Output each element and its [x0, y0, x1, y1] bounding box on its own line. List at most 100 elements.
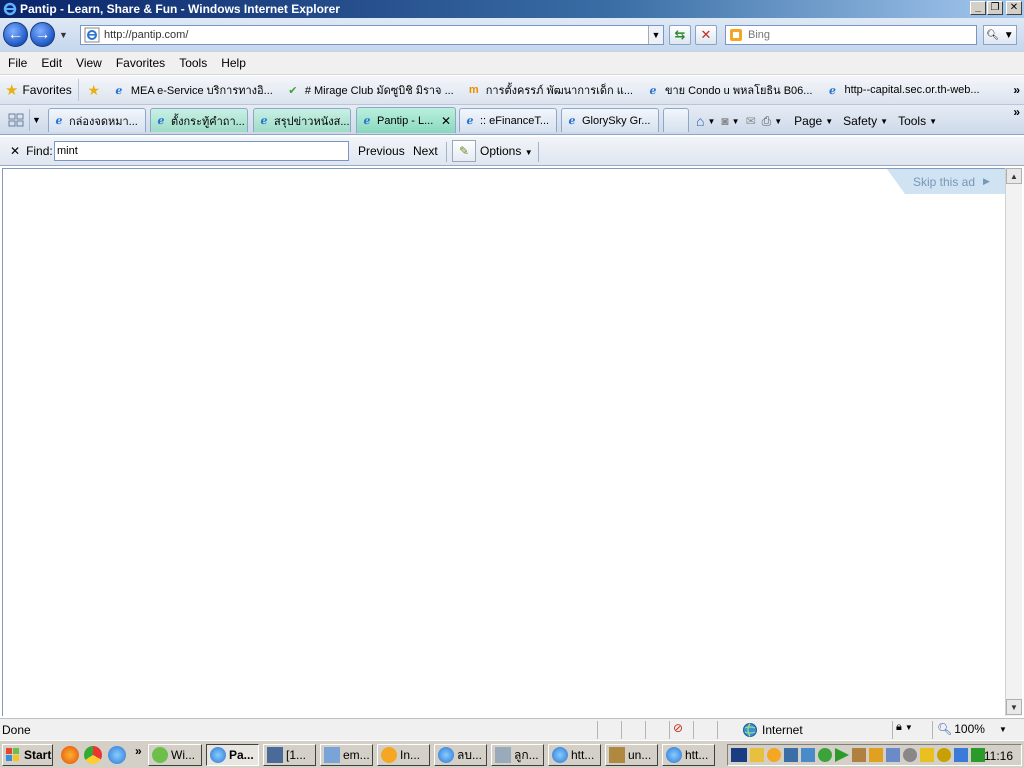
bag-tray-icon[interactable] — [852, 748, 866, 762]
tab[interactable]: ℯ GlorySky Gr... — [561, 108, 659, 132]
language-icon[interactable] — [731, 748, 747, 762]
add-to-favorites-bar-button[interactable]: ★ — [83, 79, 105, 101]
taskbar-button[interactable]: [1... — [263, 744, 316, 766]
find-previous-button[interactable]: Previous — [358, 144, 405, 158]
user-tray-icon[interactable] — [818, 748, 832, 762]
refresh-button[interactable]: ⇆ — [669, 25, 691, 45]
clock[interactable]: 11:16 — [984, 749, 1013, 763]
tab-active[interactable]: ℯ Pantip - L... ✕ — [356, 107, 456, 133]
separator — [446, 142, 447, 162]
security-zone[interactable]: Internet — [742, 721, 803, 739]
tab[interactable]: ℯ :: eFinanceT... — [459, 108, 557, 132]
highlight-matches-button[interactable]: ✎ — [452, 140, 476, 162]
home-button[interactable]: ⌂ ▼ — [693, 113, 718, 129]
safety-menu-label: Safety — [843, 114, 878, 128]
zone-label: Internet — [762, 723, 803, 737]
favorite-link[interactable]: m การตั้งครรภ์ พัฒนาการเด็ก แ... — [460, 79, 639, 101]
close-find-bar-icon[interactable]: ✕ — [10, 144, 20, 158]
speaker-tray-icon[interactable] — [903, 748, 917, 762]
taskbar-button[interactable]: un... — [605, 744, 658, 766]
address-input[interactable] — [104, 27, 648, 43]
rss-feed-icon: ◙ — [721, 114, 729, 128]
play-tray-icon[interactable] — [835, 748, 849, 762]
firefox-icon[interactable] — [61, 746, 79, 764]
read-mail-button[interactable]: ✉ — [743, 114, 759, 128]
messenger-tray-icon[interactable] — [767, 748, 781, 762]
page-menu[interactable]: Page ▼ — [791, 114, 836, 128]
globe-icon — [743, 723, 757, 737]
menu-help[interactable]: Help — [214, 56, 253, 70]
menu-favorites[interactable]: Favorites — [109, 56, 172, 70]
close-window-button[interactable]: ✕ — [1006, 1, 1022, 15]
taskbar-button[interactable]: htt... — [662, 744, 715, 766]
zoom-button[interactable]: 🔍︎ 100% ▼ — [937, 722, 1007, 736]
feeds-button[interactable]: ◙ ▼ — [718, 114, 742, 128]
back-button[interactable]: ← — [3, 22, 28, 47]
menu-tools[interactable]: Tools — [172, 56, 214, 70]
search-button[interactable]: 🔍︎ ▼ — [983, 25, 1017, 45]
scroll-down-button[interactable]: ▼ — [1006, 699, 1022, 715]
restore-button[interactable]: ❐ — [987, 1, 1003, 15]
tab[interactable]: ℯ ตั้งกระทู้คำถา... — [150, 108, 248, 132]
favorite-link[interactable]: ✔ # Mirage Club มัดซูบิชิ มิราจ ... — [279, 79, 460, 101]
status-panel — [621, 721, 622, 739]
ie-icon — [552, 747, 568, 763]
menu-edit[interactable]: Edit — [34, 56, 69, 70]
forward-button[interactable]: → — [30, 22, 55, 47]
safety-menu[interactable]: Safety ▼ — [840, 114, 891, 128]
more-commands-chevron-icon[interactable]: » — [1013, 105, 1020, 119]
favorites-button[interactable]: ★ Favorites — [0, 79, 79, 101]
taskbar-button[interactable]: ลบ... — [434, 744, 487, 766]
new-tab-button[interactable] — [663, 108, 689, 132]
search-options-dropdown[interactable]: ▼ — [1004, 30, 1014, 41]
security-tray-icon[interactable] — [954, 748, 968, 762]
search-box[interactable] — [725, 25, 977, 45]
mail-tray-icon[interactable] — [750, 748, 764, 762]
favorite-link[interactable]: ℯ http--capital.sec.or.th-web... — [818, 79, 985, 101]
favorite-link[interactable]: ℯ ขาย Condo u พหลโยธิน B06... — [639, 79, 818, 101]
search-input[interactable] — [748, 29, 976, 41]
find-next-button[interactable]: Next — [413, 144, 438, 158]
skip-ad-button[interactable]: Skip this ad ▶ — [887, 169, 1007, 194]
network-tray-icon[interactable] — [784, 748, 798, 762]
taskbar-button-active[interactable]: Pa... — [206, 744, 259, 766]
close-tab-icon[interactable]: ✕ — [441, 114, 451, 128]
menu-view[interactable]: View — [69, 56, 109, 70]
address-bar[interactable]: ▼ — [80, 25, 664, 45]
favorite-link[interactable]: ℯ MEA e-Service บริการทางอิ... — [105, 79, 279, 101]
taskbar-button[interactable]: em... — [320, 744, 373, 766]
taskbar-button[interactable]: Wi... — [148, 744, 202, 766]
tools-menu[interactable]: Tools ▼ — [895, 114, 940, 128]
taskbar-button[interactable]: htt... — [548, 744, 601, 766]
blocked-icon[interactable]: ⊘ — [673, 721, 683, 735]
monitor-tray-icon[interactable] — [801, 748, 815, 762]
find-input[interactable] — [54, 141, 349, 161]
tab[interactable]: ℯ สรุปข่าวหนังส... — [253, 108, 351, 132]
tab[interactable]: ℯ กล่องจดหมา... — [48, 108, 146, 132]
more-quicklaunch-chevron-icon[interactable]: » — [135, 744, 142, 758]
minimize-button[interactable]: _ — [970, 1, 986, 15]
menu-file[interactable]: File — [1, 56, 34, 70]
protected-mode-button[interactable]: 🔒︎ ▼ — [896, 721, 913, 734]
print-button[interactable]: ⎙ ▼ — [759, 114, 786, 129]
taskbar-button-label: em... — [343, 748, 370, 762]
address-dropdown-button[interactable]: ▼ — [648, 26, 663, 44]
quick-tabs-button[interactable] — [3, 109, 29, 131]
start-button[interactable]: Start — [2, 744, 53, 766]
scroll-up-button[interactable]: ▲ — [1006, 168, 1022, 184]
stop-button[interactable]: ✕ — [695, 25, 717, 45]
vertical-scrollbar[interactable]: ▲ ▼ — [1005, 168, 1022, 716]
status-panel: ⊘ — [669, 721, 683, 739]
tab-list-dropdown[interactable]: ▼ — [29, 109, 43, 131]
taskbar-button[interactable]: ลูก... — [491, 744, 544, 766]
chrome-icon[interactable] — [84, 746, 102, 764]
toolbox-tray-icon[interactable] — [869, 748, 883, 762]
more-favorites-chevron-icon[interactable]: » — [1013, 83, 1020, 97]
recent-pages-dropdown[interactable]: ▼ — [59, 30, 68, 40]
taskbar-button[interactable]: In... — [377, 744, 430, 766]
ie-icon[interactable] — [108, 746, 126, 764]
antivirus-tray-icon[interactable] — [937, 748, 951, 762]
network-status-tray-icon[interactable] — [886, 748, 900, 762]
find-options-menu[interactable]: Options ▼ — [480, 144, 533, 158]
shield-tray-icon[interactable] — [920, 748, 934, 762]
